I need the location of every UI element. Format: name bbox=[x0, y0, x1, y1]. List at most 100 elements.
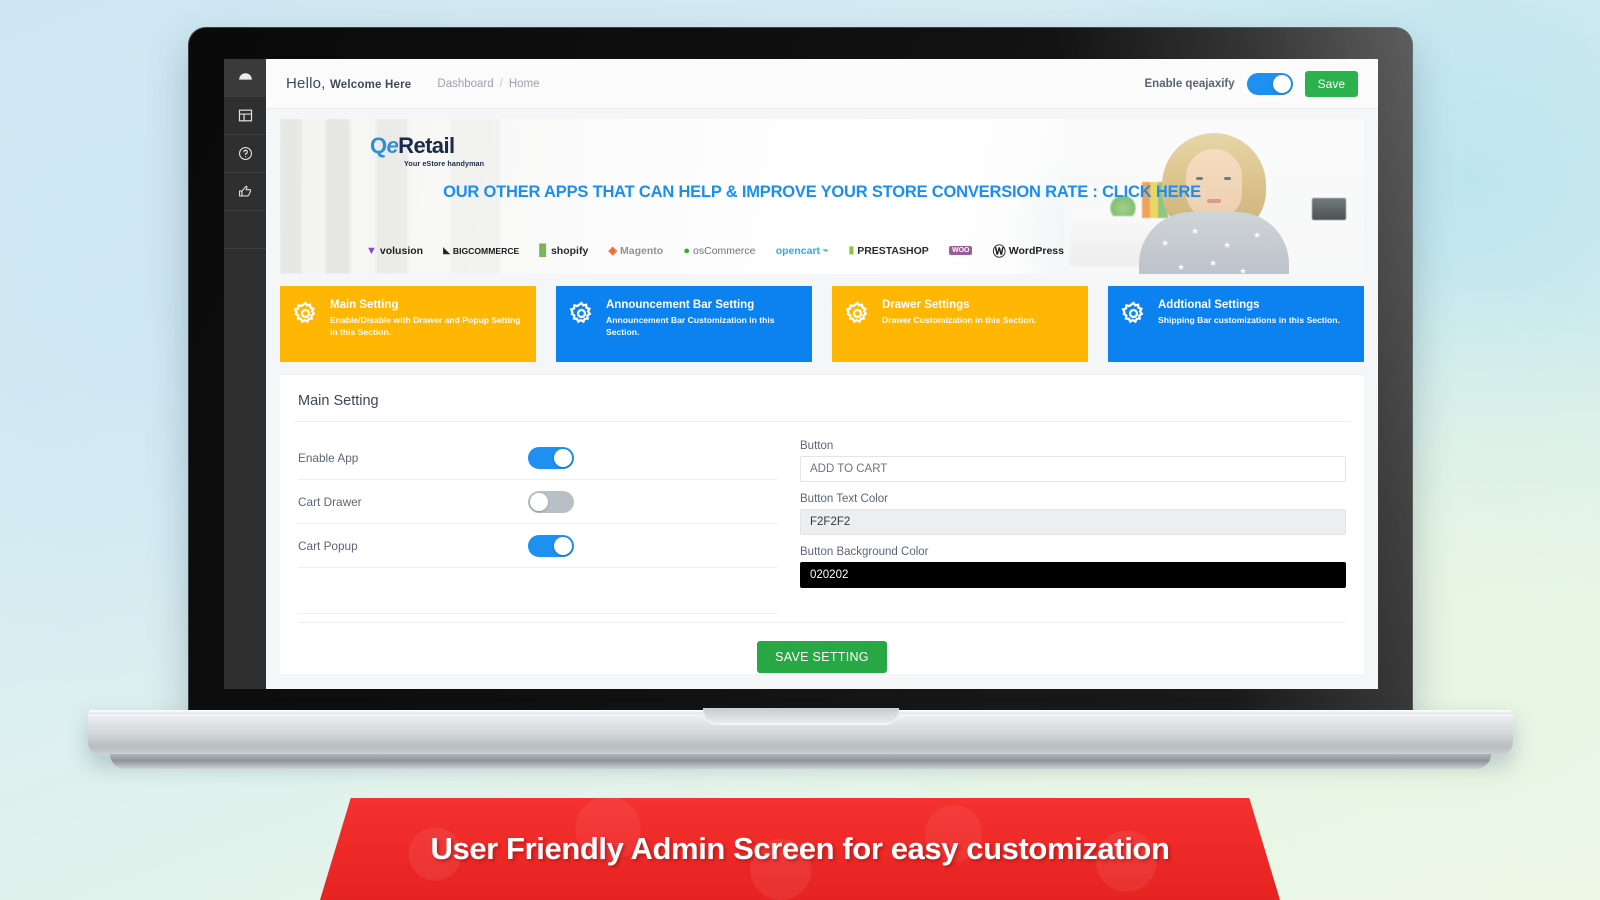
platform-logo-magento: ◈ Magento bbox=[608, 244, 664, 258]
shopify-bag-icon: ▊ bbox=[539, 245, 548, 257]
base-notch bbox=[702, 708, 899, 725]
laptop-screen: Hello, Welcome Here Dashboard / Home Ena… bbox=[224, 59, 1378, 689]
card-drawer-settings[interactable]: Drawer Settings Drawer Customization in … bbox=[832, 286, 1088, 362]
toggle-knob bbox=[530, 492, 548, 511]
platform-logo-strip: ▼ volusion ◣ BIGCOMMERCE ▊ shopify ◈ Mag… bbox=[366, 241, 1064, 260]
caption-text: User Friendly Admin Screen for easy cust… bbox=[430, 831, 1170, 866]
enable-app-toggle[interactable] bbox=[528, 446, 574, 469]
platform-logo-prestashop: ▮ PRESTASHOP bbox=[848, 244, 929, 257]
gauge-icon bbox=[237, 69, 254, 86]
button-text-color-label: Button Text Color bbox=[800, 493, 889, 505]
sidebar-item-help[interactable] bbox=[224, 135, 266, 173]
save-setting-button[interactable]: SAVE SETTING bbox=[757, 641, 887, 673]
sidebar bbox=[224, 59, 266, 689]
button-background-color-input[interactable]: 020202 bbox=[800, 562, 1346, 588]
card-main-setting[interactable]: Main Setting Enable/Disable with Drawer … bbox=[280, 286, 536, 362]
platform-logo-woocommerce: WOO bbox=[948, 246, 973, 255]
question-circle-icon bbox=[237, 145, 254, 162]
opencart-cart-icon: ⌁ bbox=[823, 245, 829, 255]
logo-wordmark: QeRetail bbox=[370, 135, 484, 157]
card-additional-settings[interactable]: Addtional Settings Shipping Bar customiz… bbox=[1108, 286, 1364, 362]
base-lip bbox=[110, 754, 1491, 769]
card-title: Addtional Settings bbox=[1158, 299, 1260, 311]
topbar: Hello, Welcome Here Dashboard / Home Ena… bbox=[266, 59, 1378, 109]
oscommerce-mark-icon: ● bbox=[683, 244, 691, 257]
setting-label: Cart Drawer bbox=[298, 494, 362, 509]
setting-label: Cart Popup bbox=[298, 538, 358, 553]
caption-ribbon: User Friendly Admin Screen for easy cust… bbox=[320, 798, 1280, 900]
breadcrumb-current: Home bbox=[508, 77, 540, 90]
admin-app: Hello, Welcome Here Dashboard / Home Ena… bbox=[224, 59, 1378, 689]
sidebar-item-dashboard[interactable] bbox=[224, 59, 266, 97]
breadcrumb-separator: / bbox=[499, 77, 503, 90]
setting-row-cart-popup: Cart Popup bbox=[298, 524, 778, 568]
sweater-star: ★ bbox=[1239, 266, 1248, 274]
content-area: Hello, Welcome Here Dashboard / Home Ena… bbox=[266, 59, 1378, 689]
toggle-knob bbox=[1272, 74, 1291, 93]
toggles-column: Enable App Cart Drawer Cart Popup bbox=[298, 436, 778, 614]
gear-icon bbox=[1120, 298, 1148, 352]
sweater-star: ★ bbox=[1161, 238, 1170, 248]
scroll-area[interactable]: ★ ★ ★ ★ ★ ★ ★ QeRetail Your eStore handy… bbox=[266, 109, 1378, 689]
logo-e: e bbox=[386, 133, 399, 158]
card-title: Drawer Settings bbox=[882, 299, 970, 311]
panel-body: Enable App Cart Drawer Cart Popup Button… bbox=[294, 422, 1350, 614]
platform-logo-oscommerce: ● osCommerce bbox=[683, 244, 756, 257]
sidebar-item-layout[interactable] bbox=[224, 97, 266, 135]
card-description: Drawer Customization in this Section. bbox=[882, 315, 1037, 326]
topbar-actions: Enable qeajaxify Save bbox=[1144, 70, 1358, 97]
gear-icon bbox=[292, 298, 320, 352]
laptop-lid: Hello, Welcome Here Dashboard / Home Ena… bbox=[188, 27, 1413, 717]
cart-popup-toggle[interactable] bbox=[528, 534, 574, 557]
sweater-star: ★ bbox=[1191, 226, 1200, 236]
card-announcement-bar-setting[interactable]: Announcement Bar Setting Announcement Ba… bbox=[556, 286, 812, 362]
toggle-knob bbox=[554, 448, 572, 467]
breadcrumb: Dashboard / Home bbox=[437, 78, 539, 90]
panel-title: Main Setting bbox=[298, 393, 379, 409]
qeretail-logo: QeRetail Your eStore handyman bbox=[370, 135, 485, 169]
button-text-input[interactable]: ADD TO CART bbox=[800, 456, 1346, 482]
laptop-mockup: Hello, Welcome Here Dashboard / Home Ena… bbox=[0, 0, 1600, 790]
greeting-text: Hello, bbox=[286, 75, 326, 92]
cart-drawer-toggle[interactable] bbox=[528, 490, 574, 513]
magento-mark-icon: ◈ bbox=[608, 245, 617, 257]
enable-qeajaxify-toggle[interactable] bbox=[1246, 72, 1293, 95]
promo-headline[interactable]: OUR OTHER APPS THAT CAN HELP & IMPROVE Y… bbox=[280, 183, 1364, 202]
platform-logo-opencart: opencart ⌁ bbox=[775, 244, 829, 257]
promo-banner[interactable]: ★ ★ ★ ★ ★ ★ ★ QeRetail Your eStore handy… bbox=[280, 119, 1364, 274]
gear-icon bbox=[568, 298, 596, 352]
volusion-mark-icon: ▼ bbox=[366, 244, 377, 257]
setting-row-empty bbox=[298, 568, 778, 614]
logo-retail: Retail bbox=[398, 133, 455, 158]
breadcrumb-root[interactable]: Dashboard bbox=[437, 78, 493, 90]
button-text-color-input[interactable]: F2F2F2 bbox=[800, 509, 1346, 535]
button-background-color-label: Button Background Color bbox=[800, 546, 929, 558]
gear-icon bbox=[844, 298, 872, 352]
laptop-base bbox=[88, 708, 1513, 772]
save-button[interactable]: Save bbox=[1304, 70, 1358, 97]
card-title: Main Setting bbox=[330, 299, 399, 311]
card-description: Enable/Disable with Drawer and Popup Set… bbox=[330, 315, 521, 337]
save-setting-row: SAVE SETTING bbox=[298, 622, 1346, 673]
bigcommerce-mark-icon: ◣ bbox=[443, 245, 450, 255]
settings-cards: Main Setting Enable/Disable with Drawer … bbox=[280, 286, 1364, 362]
greeting-subtext: Welcome Here bbox=[329, 79, 412, 91]
setting-row-enable-app: Enable App bbox=[298, 436, 778, 480]
photo-eye-right bbox=[1224, 177, 1231, 180]
logo-q: Q bbox=[370, 133, 387, 158]
platform-logo-shopify: ▊ shopify bbox=[539, 244, 589, 258]
logo-tagline: Your eStore handyman bbox=[404, 159, 485, 168]
sidebar-item-thumbs-up[interactable] bbox=[224, 173, 266, 211]
thumbs-up-icon bbox=[237, 183, 254, 200]
setting-label: Enable App bbox=[298, 450, 359, 465]
prestashop-mark-icon: ▮ bbox=[848, 245, 855, 256]
card-description: Shipping Bar customizations in this Sect… bbox=[1158, 315, 1340, 326]
enable-qeajaxify-label: Enable qeajaxify bbox=[1144, 77, 1235, 90]
main-setting-panel: Main Setting Enable App Cart Drawer Cart… bbox=[280, 374, 1364, 674]
platform-logo-wordpress: Ⓦ WordPress bbox=[993, 241, 1064, 260]
photo-eye-left bbox=[1196, 177, 1203, 180]
platform-logo-volusion: ▼ volusion bbox=[366, 244, 424, 257]
sweater-star: ★ bbox=[1223, 240, 1232, 250]
sweater-star: ★ bbox=[1209, 258, 1218, 268]
toggle-knob bbox=[554, 536, 572, 555]
